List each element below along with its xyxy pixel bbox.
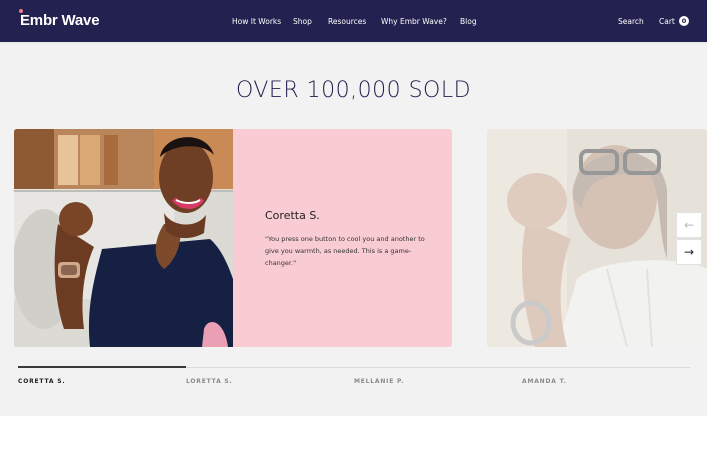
brand-logo[interactable]: Embr Wave: [19, 9, 100, 29]
carousel-prev-button[interactable]: ←: [676, 212, 702, 238]
nav-link-blog[interactable]: Blog: [460, 17, 477, 26]
testimonial-card-active: Coretta S. "You press one button to cool…: [14, 129, 452, 347]
nav-link-shop[interactable]: Shop: [293, 17, 312, 26]
arrow-left-icon: ←: [683, 218, 695, 232]
cart-count-badge[interactable]: 0: [679, 16, 689, 26]
nav-link-how-it-works[interactable]: How It Works: [232, 17, 281, 26]
testimonial-name: Coretta S.: [265, 209, 320, 222]
search-link[interactable]: Search: [618, 17, 644, 26]
nav-link-why-embr-wave[interactable]: Why Embr Wave?: [381, 17, 447, 26]
cart-link[interactable]: Cart: [659, 17, 675, 26]
testimonial-text-panel: Coretta S. "You press one button to cool…: [233, 129, 452, 347]
tab-mellanie[interactable]: MELLANIE P.: [354, 378, 404, 385]
top-navigation: Embr Wave How It Works Shop Resources Wh…: [0, 0, 707, 42]
nav-link-resources[interactable]: Resources: [328, 17, 366, 26]
section-title: OVER 100,000 SOLD: [235, 78, 472, 103]
tab-amanda[interactable]: AMANDA T.: [522, 378, 567, 385]
tab-coretta[interactable]: CORETTA S.: [18, 378, 65, 385]
tabs-active-indicator: [18, 366, 186, 368]
arrow-right-icon: →: [683, 245, 695, 259]
logo-text: Embr Wave: [20, 12, 100, 29]
testimonial-quote: "You press one button to cool you and an…: [265, 235, 425, 267]
logo-dot-icon: [19, 9, 23, 13]
testimonial-card-next[interactable]: [487, 129, 707, 347]
tab-loretta[interactable]: LORETTA S.: [186, 378, 233, 385]
carousel-next-button[interactable]: →: [676, 239, 702, 265]
testimonial-photo: [14, 129, 233, 347]
